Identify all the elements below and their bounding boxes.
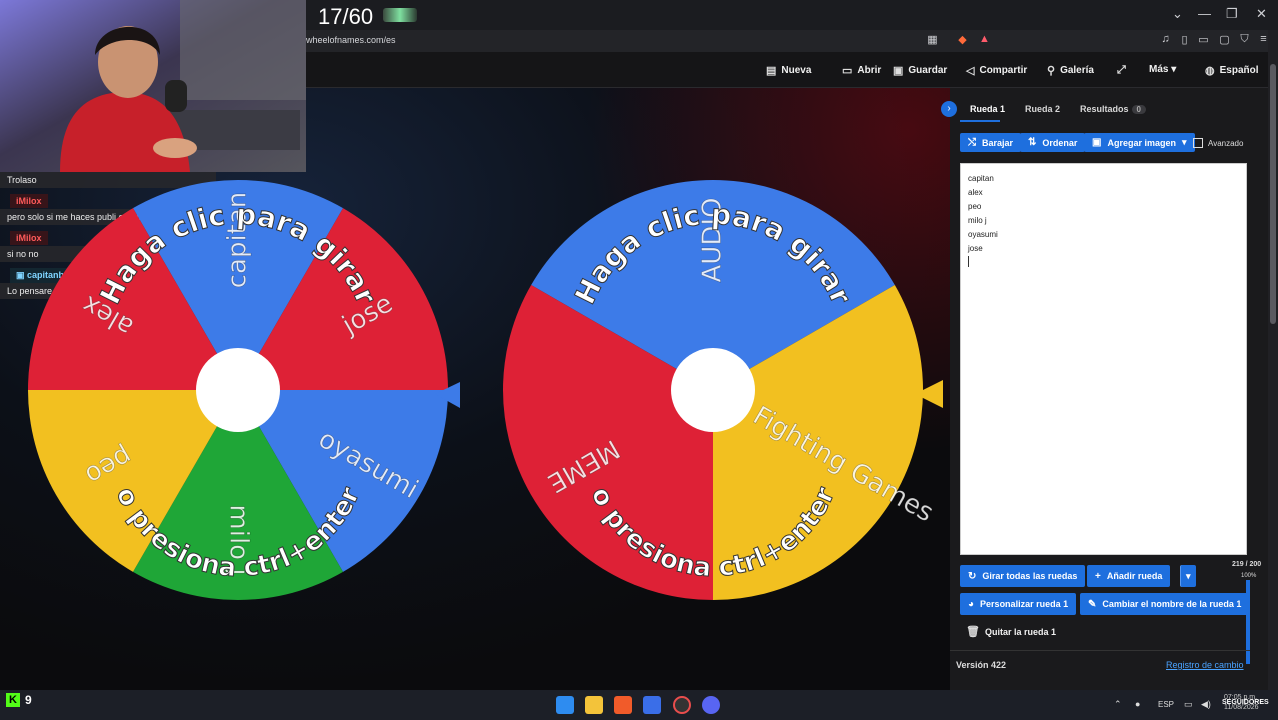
brave-shield-icon[interactable]: ◆ [955,33,970,48]
results-count-badge: 0 [1131,105,1146,114]
changelog-link[interactable]: Registro de cambio [1166,660,1244,670]
sort-icon: ⇅ [1028,137,1037,148]
counter-badge-graphic [383,8,417,22]
webcam-figure [0,0,306,172]
entries-textarea[interactable]: capitan alex peo milo j oyasumi jose [960,163,1247,555]
close-icon[interactable]: ✕ [1256,6,1267,22]
tab-results[interactable]: Resultados 0 [1070,100,1156,118]
chevron-down-icon: ▾ [1181,137,1187,147]
network-icon[interactable]: ▭ [1184,699,1193,710]
webcam-overlay [0,0,306,172]
wallet-icon[interactable]: ▭ [1196,33,1211,48]
nav-open-button[interactable]: ▭ Abrir [842,64,881,77]
windows-start-icon[interactable] [556,696,574,714]
save-icon: ▣ [893,65,904,77]
add-wheel-dropdown[interactable]: ▾ [1180,565,1196,587]
url-text[interactable]: wheelofnames.com/es [306,35,396,45]
stream-counter: 17/60 [318,4,374,29]
trash-icon: 🗑 [966,626,980,638]
percent-label: 100% [1241,573,1257,579]
remove-wheel-button[interactable]: 🗑 Quitar la rueda 1 [966,625,1056,638]
globe-icon: ◍ [1205,65,1215,77]
language-indicator[interactable]: ESP [1158,700,1174,709]
nav-language-button[interactable]: ◍ Español [1205,64,1259,77]
entry-line: capitan [968,174,994,183]
wheel-tabs: Rueda 1 Rueda 2 Resultados 0 [960,100,1156,118]
tab-list-icon[interactable]: ⌄ [1172,6,1183,22]
extensions-icon[interactable]: ▢ [1217,33,1232,48]
microphone-icon[interactable]: ● [1135,699,1140,709]
entry-line: alex [968,188,983,197]
image-icon: ▣ [1092,137,1102,148]
nav-save-button[interactable]: ▣ Guardar [893,64,947,77]
nav-gallery-button[interactable]: ⚲ Galería [1047,64,1094,77]
nav-share-button[interactable]: ◁ Compartir [966,64,1027,77]
customize-wheel-button[interactable]: ◕ Personalizar rueda 1 [960,593,1077,615]
discord-icon[interactable] [702,696,720,714]
share-icon: ◁ [966,65,975,77]
tab-wheel-2[interactable]: Rueda 2 [1015,100,1070,118]
tray-chevron-icon[interactable]: ⌃ [1114,699,1122,710]
panel-divider [950,650,1250,651]
kick-logo-icon: K [6,693,20,707]
entry-line: peo [968,202,982,211]
rewards-icon[interactable]: ▲ [977,33,992,48]
volume-icon[interactable]: ◀) [1201,699,1211,710]
palette-icon: ◕ [968,598,975,610]
entry-line: jose [968,244,983,253]
tab-wheel-1[interactable]: Rueda 1 [960,100,1015,118]
add-wheel-button[interactable]: + Añadir rueda [1087,565,1171,587]
tab-underline [960,120,1000,122]
entry-line: oyasumi [968,230,998,239]
media-icon[interactable]: ♫ [1158,33,1173,48]
rename-wheel-button[interactable]: ✎ Cambiar el nombre de la rueda 1 [1080,593,1250,615]
app-icon[interactable] [643,696,661,714]
wheel-2[interactable]: AUDIOFighting GamesMEME Haga clic para g… [495,176,945,616]
nav-new-button[interactable]: ▤ Nueva [766,64,811,77]
add-image-button[interactable]: ▣ Agregar imagen ▾ [1084,133,1195,152]
chevron-down-icon: ▾ [1186,570,1191,581]
text-cursor [968,256,969,267]
refresh-icon: ↻ [968,570,977,582]
nav-fullscreen-button[interactable]: ⤢ [1117,64,1126,77]
wheel-1[interactable]: capitanjoseoyasumimilo jpeoalex Haga cli… [20,176,460,616]
brave-browser-icon[interactable] [614,696,632,714]
minimize-icon[interactable]: — [1198,6,1211,21]
taskbar [0,690,1278,720]
spin-all-button[interactable]: ↻ Girar todas las ruedas [960,565,1086,587]
followers-overlay: SEGUIDORES [1222,699,1269,706]
file-explorer-icon[interactable] [585,696,603,714]
obs-icon[interactable] [673,696,691,714]
file-icon: ▤ [766,65,777,77]
nav-more-button[interactable]: Más ▾ [1149,64,1176,75]
advanced-label: Avanzado [1208,139,1244,148]
entry-line: milo j [968,216,987,225]
translate-icon[interactable]: ▦ [925,33,940,48]
collapse-panel-icon[interactable]: › [941,101,957,117]
wheel-1-center[interactable] [196,348,280,432]
plus-icon: + [1095,570,1101,582]
search-icon: ⚲ [1047,65,1056,77]
vpn-icon[interactable]: ⛉ [1237,33,1252,48]
sidebar-icon[interactable]: ▯ [1177,33,1192,48]
advanced-checkbox[interactable] [1193,138,1203,148]
pencil-icon: ✎ [1088,598,1097,610]
shuffle-icon: ⤭ [968,137,976,148]
sort-button[interactable]: ⇅ Ordenar [1020,133,1086,152]
char-count: 219 / 200 [1232,561,1262,568]
page-scrollbar-thumb[interactable] [1270,64,1276,324]
shuffle-button[interactable]: ⤭ Barajar [960,133,1022,152]
version-label: Versión 422 [956,660,1007,670]
kick-viewer-count: 9 [25,693,32,707]
wheel-2-center[interactable] [671,348,755,432]
fullscreen-icon: ⤢ [1117,64,1126,76]
maximize-icon[interactable]: ❐ [1226,6,1238,22]
folder-open-icon: ▭ [842,65,853,77]
